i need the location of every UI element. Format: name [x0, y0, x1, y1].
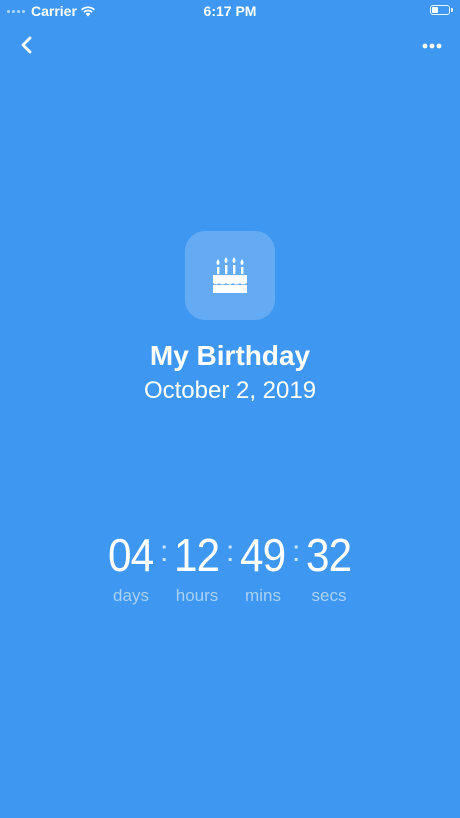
- status-bar: Carrier 6:17 PM: [0, 0, 460, 24]
- event-date: October 2, 2019: [143, 377, 317, 404]
- countdown-timer: 04 days : 12 hours : 49 mins : 32 secs: [0, 530, 460, 606]
- chevron-left-icon: [21, 36, 32, 54]
- more-options-button[interactable]: [420, 34, 446, 58]
- countdown-secs: 32 secs: [300, 530, 358, 606]
- separator: :: [226, 535, 235, 568]
- back-button[interactable]: [14, 32, 40, 58]
- status-time: 6:17 PM: [203, 3, 257, 19]
- separator: :: [292, 535, 301, 568]
- hours-label: hours: [175, 586, 219, 605]
- event-icon-tile[interactable]: [185, 231, 275, 320]
- secs-label: secs: [311, 586, 347, 605]
- ellipsis-icon: [422, 43, 442, 49]
- countdown-mins: 49 mins: [234, 530, 292, 606]
- secs-value: 32: [306, 529, 352, 581]
- days-value: 04: [108, 529, 154, 581]
- mins-label: mins: [245, 586, 281, 605]
- hours-value: 12: [174, 529, 220, 581]
- event-title: My Birthday: [149, 340, 311, 371]
- countdown-hours: 12 hours: [168, 530, 226, 606]
- battery-icon: [430, 5, 453, 15]
- birthday-cake-icon: [213, 257, 247, 293]
- countdown-days: 04 days: [102, 530, 160, 606]
- mins-value: 49: [240, 529, 286, 581]
- days-label: days: [113, 586, 149, 605]
- separator: :: [160, 535, 169, 568]
- battery-level: [432, 7, 438, 13]
